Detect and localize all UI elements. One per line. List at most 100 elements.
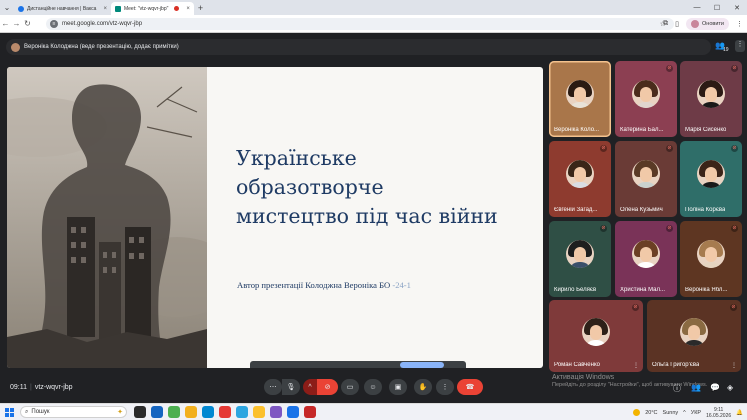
notifications-icon[interactable]: 🔔 <box>736 410 743 416</box>
taskbar-app-icon[interactable] <box>202 406 214 418</box>
close-icon[interactable]: × <box>103 6 107 12</box>
meeting-code: vtz-wqvr-jbp <box>34 384 73 391</box>
taskbar-app-icon[interactable] <box>236 406 248 418</box>
windows-start-icon[interactable] <box>5 408 14 417</box>
taskbar-app-icon[interactable] <box>185 406 197 418</box>
reload-icon[interactable]: ↻ <box>22 19 33 28</box>
participant-name: Роман Савченко <box>554 362 600 368</box>
meeting-time: 09:11 <box>10 384 27 391</box>
extensions-icon[interactable]: ⧉ <box>663 20 668 28</box>
system-tray: 20°C Sunny ^ УКР 9:11 16.05.2026 🔔 <box>633 406 743 419</box>
search-label: Пошук <box>31 409 50 415</box>
slide-annotation-pill[interactable] <box>400 362 444 368</box>
taskbar-app-icon[interactable] <box>168 406 180 418</box>
participant-tile[interactable]: ⊘ Кирило Беляєв <box>549 221 611 297</box>
captions-button[interactable]: ▭ <box>341 379 359 395</box>
microphone-button[interactable]: 🎙 <box>282 379 300 395</box>
participant-tile[interactable]: ⊘ Роман Савченко ⋮ <box>549 300 643 372</box>
camera-off-button[interactable]: ⊘ <box>317 379 338 395</box>
camera-off-icon: ⊘ <box>324 384 331 391</box>
close-icon[interactable]: × <box>186 6 190 12</box>
slide-author: Автор презентації Колоджна Вероніка БО -… <box>237 280 411 290</box>
profile-avatar <box>691 20 700 28</box>
slide-title-line: образотворче <box>236 175 384 199</box>
forward-icon[interactable]: → <box>11 19 22 28</box>
captions-icon: ▭ <box>346 384 354 391</box>
avatar-face <box>705 87 717 103</box>
taskbar-app-icon[interactable] <box>151 406 163 418</box>
chevron-up-icon: ^ <box>308 383 312 391</box>
participant-tile[interactable]: ⊘ Поліна Корєва <box>680 141 742 217</box>
emoji-button[interactable]: ☺ <box>364 379 382 395</box>
back-icon[interactable]: ← <box>0 19 11 28</box>
search-icon: ⌕ <box>25 408 29 415</box>
weather-sun-icon <box>633 409 641 416</box>
taskbar-app-icon[interactable] <box>304 406 316 418</box>
leave-call-button[interactable]: ☎ <box>457 379 483 395</box>
participant-tile[interactable]: ⊘ Євгеній Загад... <box>549 141 611 217</box>
taskbar-search[interactable]: ⌕ Пошук ✦ <box>20 406 127 418</box>
new-tab-icon[interactable]: + <box>198 3 203 13</box>
weather-temp: 20°C <box>645 409 658 416</box>
present-icon: ▣ <box>394 384 402 391</box>
hang-up-icon: ☎ <box>465 384 475 391</box>
present-button[interactable]: ▣ <box>389 379 407 395</box>
taskbar-app-icon[interactable] <box>219 406 231 418</box>
more-options-icon[interactable]: ⋮ <box>633 362 639 369</box>
split-view-icon[interactable]: ▯ <box>675 20 679 28</box>
camera-options-button[interactable]: ^ <box>303 379 317 395</box>
participant-tile[interactable]: ⊘ Марія Сисенко <box>680 61 742 137</box>
menu-kebab-icon[interactable]: ⋮ <box>736 20 743 28</box>
people-panel-icon[interactable]: 👥 <box>691 383 701 392</box>
participant-tile[interactable]: ⊘ Ольга Григор'єва ⋮ <box>647 300 741 372</box>
watermark-subtitle: Перейдіть до розділу "Настройки", щоб ак… <box>552 382 708 388</box>
taskbar-app-icon[interactable] <box>134 406 146 418</box>
participant-tile[interactable]: ⊘ Катерина Бал... <box>615 61 677 137</box>
participant-avatar <box>697 240 725 269</box>
close-window-icon[interactable]: ✕ <box>727 0 747 15</box>
minimize-icon[interactable]: — <box>687 0 707 15</box>
clock[interactable]: 9:11 16.05.2026 <box>706 407 731 419</box>
slide-title-line: Українське <box>236 146 357 170</box>
more-options-button[interactable]: ⋯ <box>264 379 282 395</box>
mic-off-icon: ⊘ <box>666 225 673 232</box>
avatar-body <box>683 339 705 346</box>
taskbar-app-icon[interactable] <box>287 406 299 418</box>
activities-icon[interactable]: ◈ <box>727 383 733 392</box>
more-options-icon[interactable]: ⋮ <box>735 40 745 52</box>
more-options-icon[interactable]: ⋮ <box>731 362 737 369</box>
more-actions-button[interactable]: ⋮ <box>436 379 454 395</box>
participant-avatar <box>697 80 725 109</box>
profile-update-button[interactable]: Оновити <box>686 18 729 30</box>
slide-annotation-bar[interactable] <box>250 361 466 368</box>
taskbar-app-icon[interactable] <box>270 406 282 418</box>
mic-off-icon: ⊘ <box>600 145 607 152</box>
microphone-icon: 🎙 <box>286 384 296 391</box>
raise-hand-button[interactable]: ✋ <box>414 379 432 395</box>
profile-label: Оновити <box>702 21 724 27</box>
chat-icon[interactable]: 💬 <box>710 383 720 392</box>
avatar-body <box>700 262 722 269</box>
screen: ⌄ Дистанційне навчання | Вакса × Meet: "… <box>0 0 747 420</box>
more-dots-icon: ⋯ <box>269 384 277 391</box>
taskbar-app-icon[interactable] <box>253 406 265 418</box>
tab-title: Дистанційне навчання | Вакса <box>27 5 97 12</box>
participant-tile[interactable]: Вероніка Коло... <box>549 61 611 137</box>
participant-tile[interactable]: ⊘ Олена Кузьмич <box>615 141 677 217</box>
participant-name: Євгеній Загад... <box>554 207 598 213</box>
avatar-face <box>574 87 586 103</box>
hand-icon: ✋ <box>418 384 428 391</box>
site-info-icon[interactable]: ≡ <box>50 20 58 28</box>
tab-meet[interactable]: Meet: "vtz-wqvr-jbp" × <box>110 2 194 15</box>
info-icon[interactable]: ⓘ <box>673 383 681 394</box>
tray-chevron-icon[interactable]: ^ <box>683 410 686 416</box>
language-indicator[interactable]: УКР <box>691 410 701 416</box>
tab-distance-learning[interactable]: Дистанційне навчання | Вакса × <box>14 2 111 15</box>
participant-tile[interactable]: ⊘ Христина Мал... <box>615 221 677 297</box>
url-field[interactable]: ≡ meet.google.com/vtz-wqvr-jbp ☆ <box>46 18 674 30</box>
avatar-face <box>640 247 652 263</box>
tab-search-icon[interactable]: ⌄ <box>0 0 14 15</box>
maximize-icon[interactable]: ☐ <box>707 0 727 15</box>
participant-tile[interactable]: ⊘ Вероніка Ябл... <box>680 221 742 297</box>
participant-avatar <box>566 240 594 269</box>
